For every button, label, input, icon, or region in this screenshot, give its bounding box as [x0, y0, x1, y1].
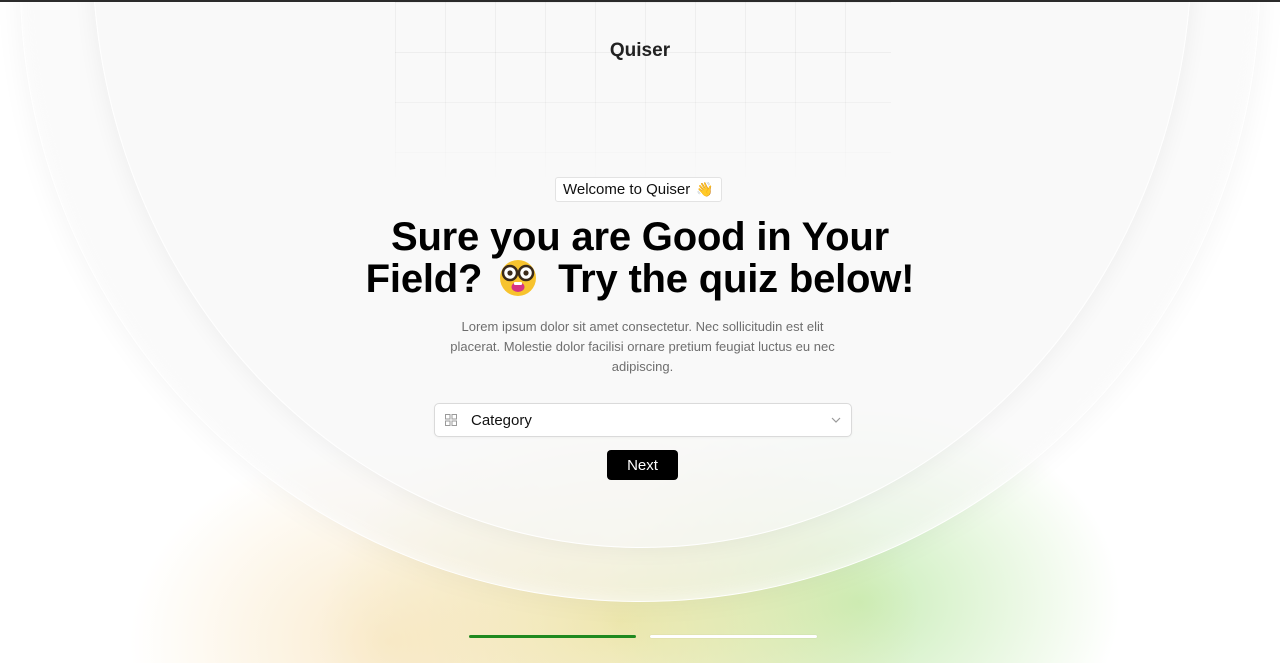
page: Quiser Welcome to Quiser 👋 Sure you are … [0, 0, 1280, 663]
nerd-face-icon [500, 260, 537, 296]
category-select-value: Category [471, 411, 532, 429]
page-description: Lorem ipsum dolor sit amet consectetur. … [450, 319, 835, 374]
headline-line-2-end: Try the quiz below! [547, 257, 915, 301]
brand-logo-text[interactable]: Quiser [0, 40, 1280, 62]
grid-icon [445, 414, 457, 426]
headline-line-1: Sure you are Good in Your [390, 215, 890, 259]
chevron-down-icon [831, 417, 841, 423]
category-select[interactable]: Category [434, 403, 852, 437]
welcome-badge-text: Welcome to Quiser [563, 181, 691, 198]
headline-line-2-start: Field? [365, 257, 494, 301]
waving-hand-icon: 👋 [696, 181, 714, 197]
progress-step-1-active [469, 635, 636, 638]
welcome-badge: Welcome to Quiser 👋 [555, 177, 722, 202]
background-grid [395, 2, 891, 182]
page-headline: Sure you are Good in Your Field? Try the… [340, 217, 940, 300]
progress-step-2-inactive [650, 635, 817, 638]
next-button[interactable]: Next [607, 450, 678, 480]
